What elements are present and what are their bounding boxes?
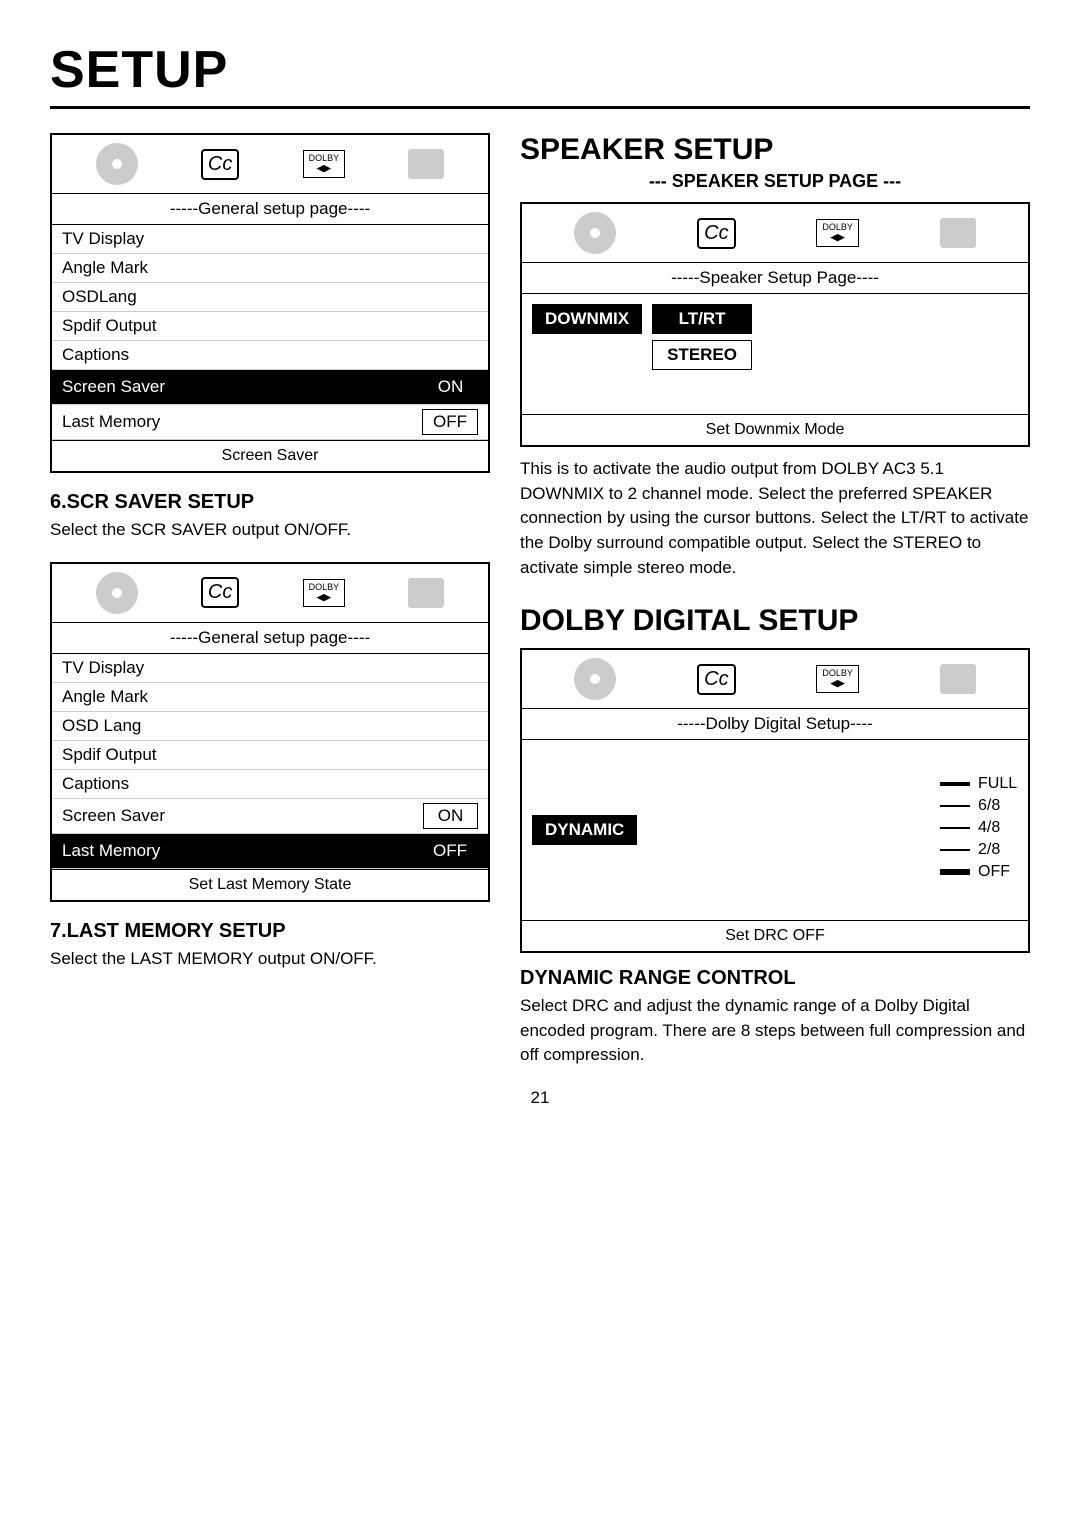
osd1-item-spdif: Spdif Output xyxy=(52,312,488,341)
last-memory-body: Select the LAST MEMORY output ON/OFF. xyxy=(50,947,490,971)
right-column: SPEAKER SETUP --- SPEAKER SETUP PAGE ---… xyxy=(520,133,1030,1068)
osd-box-1: Cc DOLBY◀▶ -----General setup page---- T… xyxy=(50,133,490,473)
dynamic-button[interactable]: DYNAMIC xyxy=(532,815,637,845)
dolby-icon-dd: DOLBY◀▶ xyxy=(816,665,859,693)
speaker-left: DOWNMIX xyxy=(532,304,642,334)
osd1-header: -----General setup page---- xyxy=(52,194,488,225)
page-title: SETUP xyxy=(50,40,1030,100)
osd2-item-anglemark: Angle Mark xyxy=(52,683,488,712)
osd1-screensaver-value: ON xyxy=(423,374,478,400)
osd2-item-screensaver: Screen Saver ON xyxy=(52,799,488,834)
osd2-item-tvdisplay: TV Display xyxy=(52,654,488,683)
main-layout: Cc DOLBY◀▶ -----General setup page---- T… xyxy=(50,133,1030,1068)
speaker-content: DOWNMIX LT/RT STEREO xyxy=(522,294,1028,414)
dolby-icon-2: DOLBY◀▶ xyxy=(303,579,346,607)
osd1-lastmemory-value: OFF xyxy=(422,409,478,435)
slider-label-28: 2/8 xyxy=(978,841,1018,859)
cc-icon: Cc xyxy=(201,149,239,180)
osd1-item-tvdisplay: TV Display xyxy=(52,225,488,254)
scr-saver-section: 6.SCR SAVER SETUP Select the SCR SAVER o… xyxy=(50,491,490,542)
dolby-digital-section: DOLBY DIGITAL SETUP Cc DOLBY◀▶ -----Dolb… xyxy=(520,604,1030,1068)
drc-heading: DYNAMIC RANGE CONTROL xyxy=(520,967,1030,990)
disc-icon-dd xyxy=(574,658,616,700)
slider-label-off: OFF xyxy=(978,863,1018,881)
speaker-setup-section: SPEAKER SETUP --- SPEAKER SETUP PAGE ---… xyxy=(520,133,1030,580)
slider-row-full: FULL xyxy=(652,775,1018,793)
speaker-sub-heading: --- SPEAKER SETUP PAGE --- xyxy=(520,171,1030,192)
last-memory-heading: 7.LAST MEMORY SETUP xyxy=(50,920,490,943)
scr-saver-heading: 6.SCR SAVER SETUP xyxy=(50,491,490,514)
last-memory-section: 7.LAST MEMORY SETUP Select the LAST MEMO… xyxy=(50,920,490,971)
dolby-heading: DOLBY DIGITAL SETUP xyxy=(520,604,1030,638)
slider-line-48 xyxy=(940,827,970,829)
speaker-description: This is to activate the audio output fro… xyxy=(520,457,1030,580)
osd1-item-lastmemory: Last Memory OFF xyxy=(52,405,488,440)
osd2-lastmemory-value: OFF xyxy=(422,838,478,864)
left-column: Cc DOLBY◀▶ -----General setup page---- T… xyxy=(50,133,490,1068)
screen-icon-dd xyxy=(940,664,976,694)
disc-icon xyxy=(96,143,138,185)
speaker-osd-box: Cc DOLBY◀▶ -----Speaker Setup Page---- D… xyxy=(520,202,1030,447)
screen-icon-sp xyxy=(940,218,976,248)
dolby-osd-footer: Set DRC OFF xyxy=(522,920,1028,951)
osd-icons-row-2: Cc DOLBY◀▶ xyxy=(52,564,488,623)
lt-rt-button[interactable]: LT/RT xyxy=(652,304,752,334)
slider-line-off xyxy=(940,869,970,875)
cc-icon-2: Cc xyxy=(201,577,239,608)
osd2-screensaver-value: ON xyxy=(423,803,478,829)
drc-description: Select DRC and adjust the dynamic range … xyxy=(520,994,1030,1068)
cc-icon-dd: Cc xyxy=(697,664,735,695)
slider-line-full xyxy=(940,782,970,786)
osd1-item-osdlang: OSDLang xyxy=(52,283,488,312)
speaker-heading: SPEAKER SETUP xyxy=(520,133,1030,167)
speaker-osd-header: -----Speaker Setup Page---- xyxy=(522,263,1028,294)
speaker-osd-icons: Cc DOLBY◀▶ xyxy=(522,204,1028,263)
osd-icons-row-1: Cc DOLBY◀▶ xyxy=(52,135,488,194)
page-number: 21 xyxy=(50,1088,1030,1108)
dolby-icon-sp: DOLBY◀▶ xyxy=(816,219,859,247)
screen-icon-2 xyxy=(408,578,444,608)
osd2-item-lastmemory: Last Memory OFF xyxy=(52,834,488,869)
osd1-item-anglemark: Angle Mark xyxy=(52,254,488,283)
slider-label-48: 4/8 xyxy=(978,819,1018,837)
drc-section: DYNAMIC RANGE CONTROL Select DRC and adj… xyxy=(520,967,1030,1068)
osd1-item-screensaver: Screen Saver ON xyxy=(52,370,488,405)
slider-row-68: 6/8 xyxy=(652,797,1018,815)
speaker-right: LT/RT STEREO xyxy=(652,304,752,370)
disc-icon-2 xyxy=(96,572,138,614)
slider-row-28: 2/8 xyxy=(652,841,1018,859)
disc-icon-sp xyxy=(574,212,616,254)
scr-saver-body: Select the SCR SAVER output ON/OFF. xyxy=(50,518,490,542)
slider-label-68: 6/8 xyxy=(978,797,1018,815)
osd-box-2: Cc DOLBY◀▶ -----General setup page---- T… xyxy=(50,562,490,902)
dolby-osd-header: -----Dolby Digital Setup---- xyxy=(522,709,1028,740)
dolby-slider-area: FULL 6/8 4/8 2/8 xyxy=(652,775,1018,885)
osd2-header: -----General setup page---- xyxy=(52,623,488,654)
dolby-osd-box: Cc DOLBY◀▶ -----Dolby Digital Setup---- … xyxy=(520,648,1030,953)
osd2-item-osdlang: OSD Lang xyxy=(52,712,488,741)
speaker-osd-footer: Set Downmix Mode xyxy=(522,414,1028,445)
screen-icon xyxy=(408,149,444,179)
osd2-item-spdif: Spdif Output xyxy=(52,741,488,770)
slider-row-off: OFF xyxy=(652,863,1018,881)
stereo-button[interactable]: STEREO xyxy=(652,340,752,370)
osd1-item-captions: Captions xyxy=(52,341,488,370)
slider-row-48: 4/8 xyxy=(652,819,1018,837)
dolby-osd-icons: Cc DOLBY◀▶ xyxy=(522,650,1028,709)
dolby-icon: DOLBY◀▶ xyxy=(303,150,346,178)
osd2-footer: Set Last Memory State xyxy=(52,869,488,900)
cc-icon-sp: Cc xyxy=(697,218,735,249)
dolby-content: DYNAMIC FULL 6/8 4/8 xyxy=(522,740,1028,920)
title-divider xyxy=(50,106,1030,109)
slider-line-28 xyxy=(940,849,970,851)
downmix-button[interactable]: DOWNMIX xyxy=(532,304,642,334)
osd2-item-captions: Captions xyxy=(52,770,488,799)
osd1-footer: Screen Saver xyxy=(52,440,488,471)
slider-line-68 xyxy=(940,805,970,807)
slider-label-full: FULL xyxy=(978,775,1018,793)
